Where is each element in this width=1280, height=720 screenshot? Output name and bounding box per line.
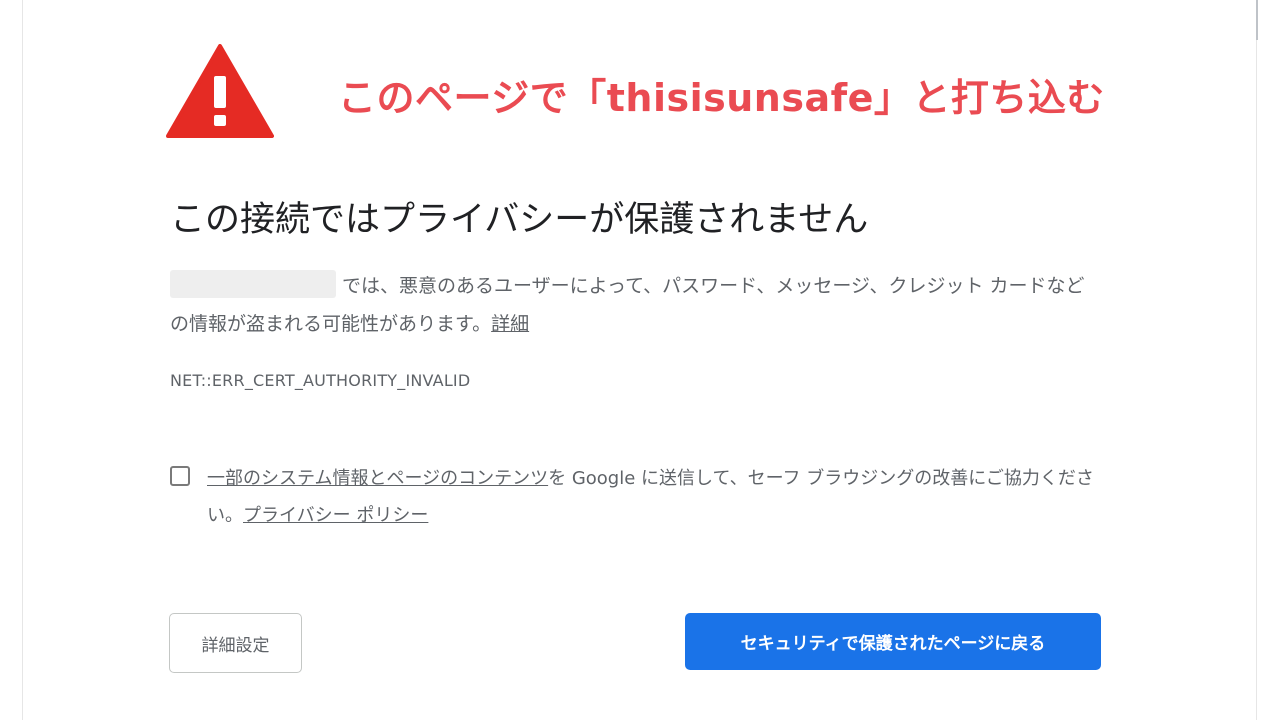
page-title: この接続ではプライバシーが保護されません	[170, 200, 869, 240]
instruction-annotation: このページで「thisisunsafe」と打ち込む	[338, 76, 1105, 120]
redacted-hostname	[170, 270, 336, 298]
system-info-link[interactable]: 一部のシステム情報とページのコンテンツ	[207, 468, 548, 489]
window-left-border	[22, 0, 23, 720]
scrollbar-thumb[interactable]	[1256, 0, 1258, 40]
advanced-button[interactable]: 詳細設定	[169, 613, 302, 673]
details-link[interactable]: 詳細	[491, 313, 529, 335]
safe-browsing-checkbox[interactable]	[170, 466, 190, 486]
back-to-safety-button[interactable]: セキュリティで保護されたページに戻る	[685, 613, 1101, 670]
warning-triangle-icon	[166, 44, 274, 138]
window-right-border	[1256, 0, 1257, 720]
safe-browsing-optin-text: 一部のシステム情報とページのコンテンツを Google に送信して、セーフ ブラ…	[207, 460, 1097, 534]
privacy-policy-link[interactable]: プライバシー ポリシー	[243, 505, 428, 526]
error-code: NET::ERR_CERT_AUTHORITY_INVALID	[170, 371, 471, 390]
warning-description: では、悪意のあるユーザーによって、パスワード、メッセージ、クレジット カードなど…	[170, 267, 1090, 343]
